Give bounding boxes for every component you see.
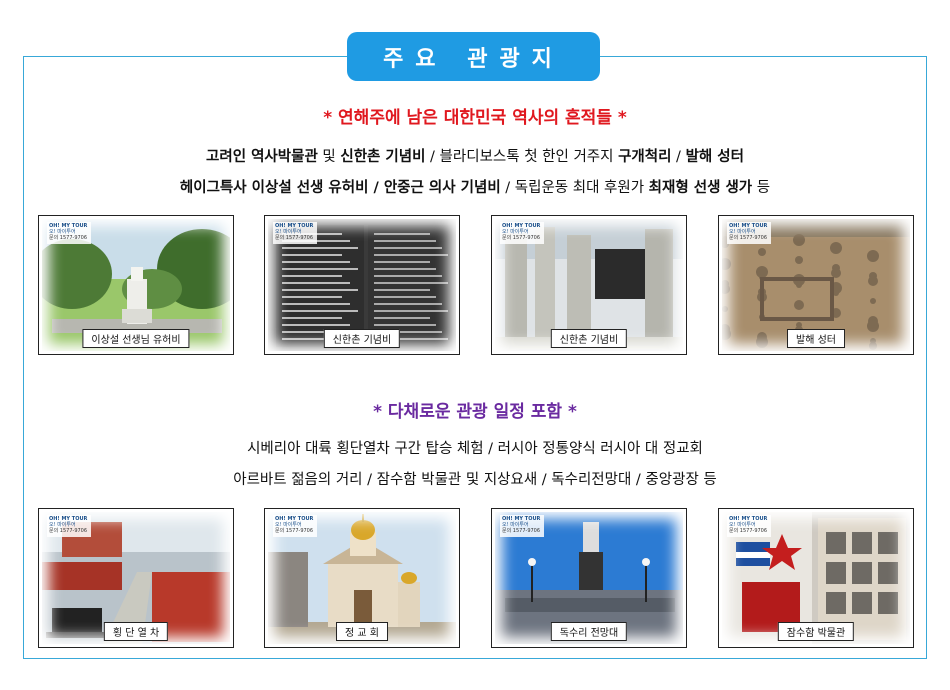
photo-museum: OH! MY TOUR 오! 마이투어 문의 1577-9706 잠수함 박물관	[718, 508, 914, 648]
text-segment: 최재형 선생 생가	[648, 180, 753, 196]
tour-logo: OH! MY TOUR 오! 마이투어 문의 1577-9706	[500, 222, 544, 244]
logo-text: 문의 1577-9706	[729, 528, 768, 534]
photo-caption: 독수리 전망대	[550, 622, 628, 641]
photo-caption: 이상설 선생님 유허비	[82, 329, 190, 348]
photo-ruins: OH! MY TOUR 오! 마이투어 문의 1577-9706 발해 성터	[718, 215, 914, 355]
text-segment: 신한촌 기념비	[340, 149, 426, 165]
text-segment: 등	[752, 180, 771, 196]
section2-line2: 아르바트 젊음의 거리 / 잠수함 박물관 및 지상요새 / 독수리전망대 / …	[233, 472, 717, 488]
tour-logo: OH! MY TOUR 오! 마이투어 문의 1577-9706	[727, 515, 771, 537]
text-segment: 및	[317, 149, 341, 165]
text-segment: 헤이그특사 이상설 선생 유허비 / 안중근 의사 기념비	[179, 180, 501, 196]
text-segment: /	[671, 149, 686, 165]
logo-text: 문의 1577-9706	[275, 528, 314, 534]
section1-line1: 고려인 역사박물관 및 신한촌 기념비 / 블라디보스톡 첫 한인 거주지 구개…	[0, 145, 950, 166]
logo-text: 문의 1577-9706	[729, 235, 768, 241]
photo-caption: 신한촌 기념비	[323, 329, 401, 348]
photo-church: OH! MY TOUR 오! 마이투어 문의 1577-9706 정 교 회	[264, 508, 460, 648]
section1-line2: 헤이그특사 이상설 선생 유허비 / 안중근 의사 기념비 / 독립운동 최대 …	[0, 176, 950, 197]
logo-text: 문의 1577-9706	[502, 235, 541, 241]
logo-text: 문의 1577-9706	[275, 235, 314, 241]
logo-text: 문의 1577-9706	[49, 235, 88, 241]
photo-train: OH! MY TOUR 오! 마이투어 문의 1577-9706 횡 단 열 차	[38, 508, 234, 648]
logo-text: 문의 1577-9706	[502, 528, 541, 534]
logo-text: 문의 1577-9706	[49, 528, 88, 534]
text-segment: 구개척리	[618, 149, 672, 165]
section2-line1: 시베리아 대륙 횡단열차 구간 탑승 체험 / 러시아 정통양식 러시아 대 정…	[247, 441, 703, 457]
photo-caption: 횡 단 열 차	[103, 622, 169, 641]
tour-logo: OH! MY TOUR 오! 마이투어 문의 1577-9706	[273, 222, 317, 244]
text-segment: 발해 성터	[685, 149, 744, 165]
tour-logo: OH! MY TOUR 오! 마이투어 문의 1577-9706	[47, 222, 91, 244]
photo-caption: 발해 성터	[787, 329, 845, 348]
text-segment: 고려인 역사박물관	[206, 149, 318, 165]
section2-heading: * 다채로운 관광 일정 포함 *	[373, 402, 577, 422]
tour-logo: OH! MY TOUR 오! 마이투어 문의 1577-9706	[47, 515, 91, 537]
photo-caption: 정 교 회	[336, 622, 388, 641]
photo-caption: 신한촌 기념비	[550, 329, 628, 348]
photo-lookout: OH! MY TOUR 오! 마이투어 문의 1577-9706 독수리 전망대	[491, 508, 687, 648]
tour-logo: OH! MY TOUR 오! 마이투어 문의 1577-9706	[273, 515, 317, 537]
photo-caption: 잠수함 박물관	[777, 622, 855, 641]
tour-logo: OH! MY TOUR 오! 마이투어 문의 1577-9706	[727, 222, 771, 244]
tour-logo: OH! MY TOUR 오! 마이투어 문의 1577-9706	[500, 515, 544, 537]
photo-plaque: OH! MY TOUR 오! 마이투어 문의 1577-9706 신한촌 기념비	[264, 215, 460, 355]
page-title: 주요 관광지	[347, 32, 600, 81]
section1-heading: * 연해주에 남은 대한민국 역사의 흔적들 *	[323, 108, 627, 128]
text-segment: / 독립운동 최대 후원가	[500, 180, 649, 196]
text-segment: / 블라디보스톡 첫 한인 거주지	[425, 149, 619, 165]
photo-pillars: OH! MY TOUR 오! 마이투어 문의 1577-9706 신한촌 기념비	[491, 215, 687, 355]
photo-monument: OH! MY TOUR 오! 마이투어 문의 1577-9706 이상설 선생님 유허…	[38, 215, 234, 355]
